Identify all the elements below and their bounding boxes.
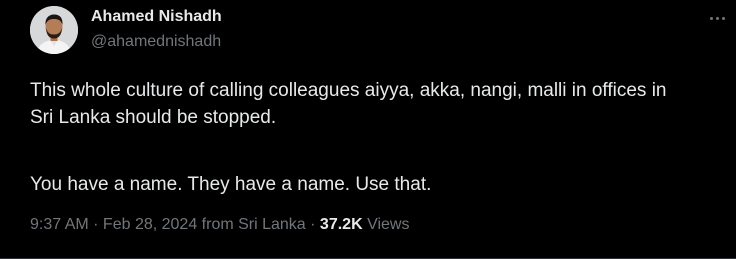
tweet-text: This whole culture of calling colleagues…	[30, 77, 736, 198]
tweet-text-line: This whole culture of calling colleagues…	[30, 80, 667, 101]
tweet-text-line: Sri Lanka should be stopped.	[30, 107, 277, 128]
author-name[interactable]: Ahamed Nishadh	[91, 8, 222, 26]
tweet-time[interactable]: 9:37 AM	[30, 216, 89, 233]
avatar[interactable]	[30, 6, 78, 54]
more-dot	[716, 16, 719, 20]
more-dot	[710, 16, 713, 20]
tweet-text-line: You have a name. They have a name. Use t…	[30, 174, 432, 195]
separator: ·	[305, 216, 320, 233]
separator: ·	[88, 216, 103, 233]
tweet-location: from Sri Lanka	[197, 216, 306, 233]
tweet-metadata: 9:37 AM · Feb 28, 2024 from Sri Lanka · …	[30, 216, 409, 234]
tweet: Ahamed Nishadh @ahamednishadh This whole…	[0, 0, 736, 259]
views-label: Views	[362, 216, 410, 233]
more-horizontal-icon[interactable]	[710, 8, 736, 28]
tweet-date[interactable]: Feb 28, 2024	[103, 216, 197, 233]
profile-photo	[30, 6, 78, 54]
author-handle[interactable]: @ahamednishadh	[91, 33, 221, 51]
views-count[interactable]: 37.2K	[320, 216, 363, 233]
more-dot	[722, 16, 725, 20]
